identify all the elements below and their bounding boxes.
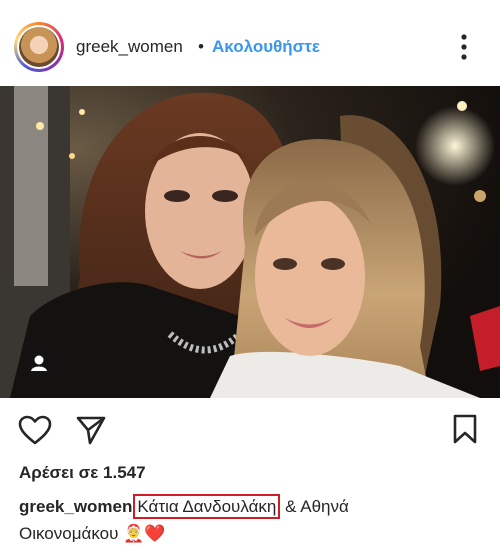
send-icon[interactable]: [76, 415, 106, 450]
more-options-icon[interactable]: [452, 30, 476, 64]
heart-icon[interactable]: [18, 415, 52, 450]
header-separator: •: [198, 37, 204, 56]
person-tag-icon[interactable]: [24, 348, 54, 378]
follow-button[interactable]: Ακολουθήστε: [212, 37, 320, 57]
caption-line2: Οικονομάκου: [19, 524, 119, 543]
caption-joiner: & Αθηνά: [285, 497, 349, 516]
profile-avatar[interactable]: [14, 22, 64, 72]
post-header: greek_women • Ακολουθήστε: [0, 0, 500, 86]
header-username[interactable]: greek_women: [76, 37, 183, 57]
post-caption: greek_women Κάτια Δανδουλάκη & Αθηνά Οικο…: [19, 493, 489, 547]
likes-count[interactable]: Αρέσει σε 1.547: [19, 463, 146, 483]
avatar-frame: [17, 25, 61, 69]
avatar-image: [19, 27, 59, 67]
post-photo[interactable]: [0, 86, 500, 398]
caption-emoji: 🤶❤️: [123, 524, 166, 543]
caption-mention-katia[interactable]: Κάτια Δανδουλάκη: [133, 494, 281, 519]
bookmark-icon[interactable]: [452, 414, 478, 449]
caption-username[interactable]: greek_women: [19, 497, 132, 516]
action-bar: [0, 398, 500, 460]
